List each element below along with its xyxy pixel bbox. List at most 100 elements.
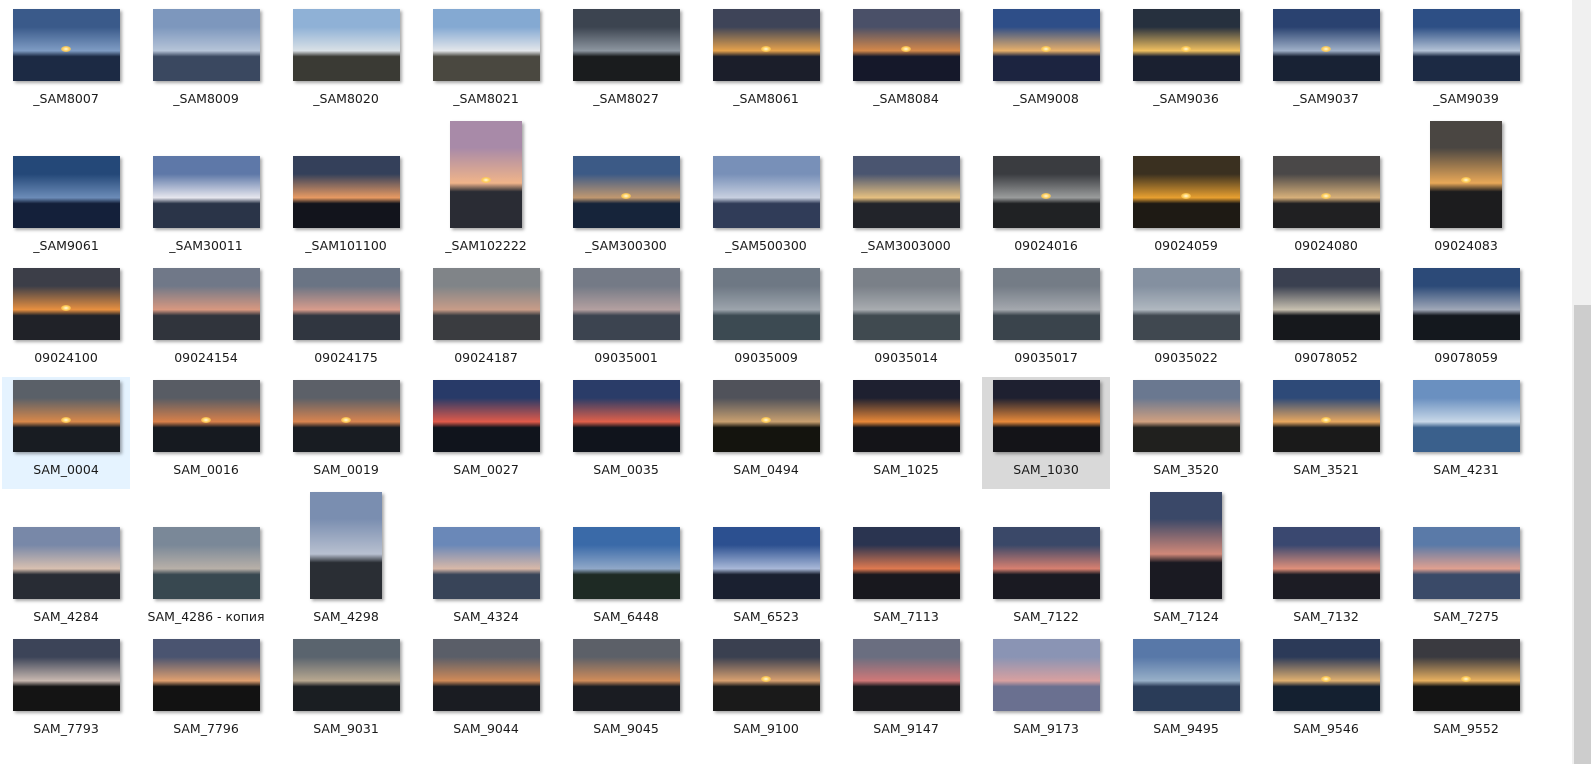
- file-item[interactable]: _SAM8020: [282, 6, 410, 118]
- file-name: SAM_7124: [1153, 609, 1219, 624]
- file-item[interactable]: _SAM9036: [1122, 6, 1250, 118]
- file-item[interactable]: SAM_0004: [2, 377, 130, 489]
- file-item[interactable]: SAM_6523: [702, 489, 830, 636]
- file-item[interactable]: 09035009: [702, 265, 830, 377]
- file-item[interactable]: SAM_4286 - копия: [142, 489, 270, 636]
- vertical-scrollbar[interactable]: [1572, 0, 1591, 764]
- image-thumbnail: [992, 156, 1100, 228]
- file-item[interactable]: SAM_4298: [282, 489, 410, 636]
- file-name: SAM_7122: [1013, 609, 1079, 624]
- file-item[interactable]: SAM_9045: [562, 636, 690, 748]
- file-item[interactable]: SAM_1025: [842, 377, 970, 489]
- file-item[interactable]: _SAM8061: [702, 6, 830, 118]
- file-item[interactable]: SAM_9100: [702, 636, 830, 748]
- thumbnail-area: [1263, 9, 1389, 81]
- file-item[interactable]: SAM_0016: [142, 377, 270, 489]
- image-thumbnail: [432, 380, 540, 452]
- file-item[interactable]: SAM_6448: [562, 489, 690, 636]
- file-item[interactable]: _SAM8021: [422, 6, 550, 118]
- file-item[interactable]: SAM_7793: [2, 636, 130, 748]
- file-item[interactable]: SAM_0027: [422, 377, 550, 489]
- file-item[interactable]: SAM_9546: [1262, 636, 1390, 748]
- file-item[interactable]: SAM_7124: [1122, 489, 1250, 636]
- thumbnail-area: [3, 639, 129, 711]
- sun-glow: [201, 417, 211, 424]
- file-item[interactable]: _SAM30011: [142, 118, 270, 265]
- image-thumbnail: [310, 492, 382, 599]
- file-item[interactable]: 09024175: [282, 265, 410, 377]
- file-item[interactable]: _SAM101100: [282, 118, 410, 265]
- file-item[interactable]: 09024080: [1262, 118, 1390, 265]
- file-item[interactable]: _SAM500300: [702, 118, 830, 265]
- image-thumbnail: [1132, 380, 1240, 452]
- image-thumbnail: [572, 9, 680, 81]
- file-name: 09024187: [454, 350, 518, 365]
- image-thumbnail: [1272, 639, 1380, 711]
- image-thumbnail: [432, 268, 540, 340]
- file-item[interactable]: _SAM9037: [1262, 6, 1390, 118]
- file-item[interactable]: _SAM8009: [142, 6, 270, 118]
- file-name: _SAM9061: [33, 238, 99, 253]
- file-item[interactable]: SAM_3520: [1122, 377, 1250, 489]
- file-item[interactable]: SAM_9031: [282, 636, 410, 748]
- file-item[interactable]: SAM_7275: [1402, 489, 1530, 636]
- image-thumbnail: [152, 9, 260, 81]
- file-item[interactable]: _SAM9061: [2, 118, 130, 265]
- file-item[interactable]: SAM_9495: [1122, 636, 1250, 748]
- file-item[interactable]: SAM_0019: [282, 377, 410, 489]
- file-item[interactable]: 09024083: [1402, 118, 1530, 265]
- file-item[interactable]: SAM_0035: [562, 377, 690, 489]
- file-item[interactable]: _SAM8084: [842, 6, 970, 118]
- image-thumbnail: [292, 156, 400, 228]
- file-item[interactable]: SAM_7122: [982, 489, 1110, 636]
- file-item[interactable]: SAM_4284: [2, 489, 130, 636]
- image-thumbnail: [712, 9, 820, 81]
- file-item[interactable]: _SAM9039: [1402, 6, 1530, 118]
- image-thumbnail: [12, 156, 120, 228]
- image-thumbnail: [712, 639, 820, 711]
- file-item[interactable]: 09078052: [1262, 265, 1390, 377]
- file-item[interactable]: 09024016: [982, 118, 1110, 265]
- thumbnail-area: [3, 380, 129, 452]
- image-thumbnail: [992, 380, 1100, 452]
- file-item[interactable]: 09035022: [1122, 265, 1250, 377]
- file-item[interactable]: 09035017: [982, 265, 1110, 377]
- file-item[interactable]: SAM_7113: [842, 489, 970, 636]
- file-item[interactable]: _SAM8027: [562, 6, 690, 118]
- file-item[interactable]: 09035001: [562, 265, 690, 377]
- file-item[interactable]: SAM_1030: [982, 377, 1110, 489]
- file-item[interactable]: 09035014: [842, 265, 970, 377]
- file-item[interactable]: SAM_9173: [982, 636, 1110, 748]
- file-item[interactable]: 09024187: [422, 265, 550, 377]
- thumbnail-area: [983, 492, 1109, 599]
- sun-glow: [1041, 46, 1051, 53]
- file-item[interactable]: SAM_9044: [422, 636, 550, 748]
- file-name: SAM_0004: [33, 462, 99, 477]
- file-item[interactable]: _SAM9008: [982, 6, 1110, 118]
- file-item[interactable]: _SAM8007: [2, 6, 130, 118]
- sun-glow: [481, 176, 491, 183]
- image-thumbnail: [1272, 9, 1380, 81]
- image-thumbnail: [1132, 9, 1240, 81]
- file-item[interactable]: SAM_4231: [1402, 377, 1530, 489]
- image-thumbnail: [852, 9, 960, 81]
- file-item[interactable]: _SAM102222: [422, 118, 550, 265]
- file-item[interactable]: 09024059: [1122, 118, 1250, 265]
- file-item[interactable]: _SAM3003000: [842, 118, 970, 265]
- file-item[interactable]: SAM_3521: [1262, 377, 1390, 489]
- file-item[interactable]: SAM_7796: [142, 636, 270, 748]
- file-item[interactable]: 09024154: [142, 265, 270, 377]
- thumbnail-area: [143, 639, 269, 711]
- file-item[interactable]: SAM_9552: [1402, 636, 1530, 748]
- image-thumbnail: [992, 527, 1100, 599]
- file-item[interactable]: SAM_9147: [842, 636, 970, 748]
- file-item[interactable]: _SAM300300: [562, 118, 690, 265]
- file-item[interactable]: SAM_0494: [702, 377, 830, 489]
- thumbnail-area: [283, 9, 409, 81]
- file-name: _SAM8021: [453, 91, 519, 106]
- scrollbar-thumb[interactable]: [1574, 305, 1591, 764]
- file-item[interactable]: SAM_4324: [422, 489, 550, 636]
- file-item[interactable]: 09024100: [2, 265, 130, 377]
- file-item[interactable]: SAM_7132: [1262, 489, 1390, 636]
- file-item[interactable]: 09078059: [1402, 265, 1530, 377]
